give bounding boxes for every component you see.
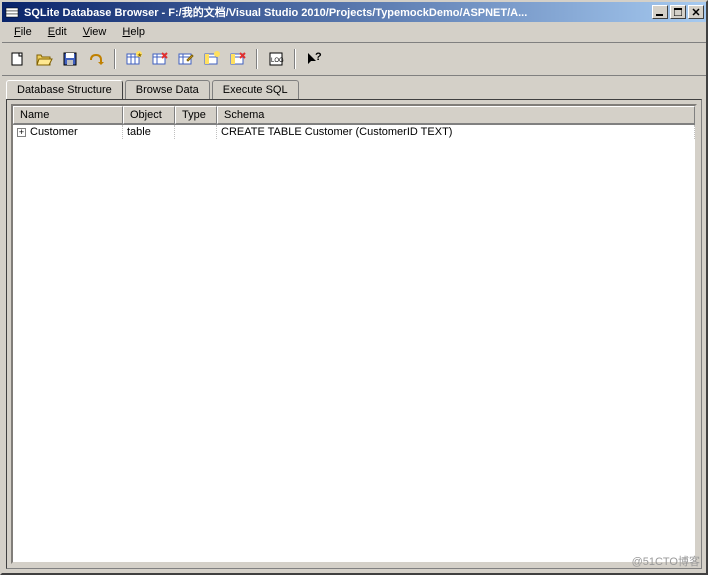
toolbar-separator [114, 49, 116, 69]
menubar: File Edit View Help [2, 22, 706, 43]
tab-database-structure[interactable]: Database Structure [6, 80, 123, 99]
revert-button[interactable] [84, 47, 108, 71]
delete-index-button[interactable] [226, 47, 250, 71]
create-index-button[interactable] [200, 47, 224, 71]
app-window: SQLite Database Browser - F:/我的文档/Visual… [0, 0, 708, 575]
expand-icon[interactable]: + [17, 128, 26, 137]
row-name-text: Customer [30, 126, 78, 138]
app-icon [4, 4, 20, 20]
delete-table-button[interactable] [148, 47, 172, 71]
cell-type [175, 125, 217, 139]
modify-table-button[interactable] [174, 47, 198, 71]
table-row[interactable]: + Customer table CREATE TABLE Customer (C… [13, 125, 695, 139]
menu-view[interactable]: View [75, 24, 115, 40]
titlebar[interactable]: SQLite Database Browser - F:/我的文档/Visual… [2, 2, 706, 22]
new-database-button[interactable] [6, 47, 30, 71]
window-title: SQLite Database Browser - F:/我的文档/Visual… [24, 4, 652, 20]
menu-edit[interactable]: Edit [40, 24, 75, 40]
save-button[interactable] [58, 47, 82, 71]
content-area: Name Object Type Schema + Customer table … [6, 99, 702, 569]
header-object[interactable]: Object [123, 106, 175, 124]
minimize-button[interactable] [652, 5, 668, 19]
header-name[interactable]: Name [13, 106, 123, 124]
cell-name: + Customer [13, 125, 123, 139]
menu-help[interactable]: Help [114, 24, 153, 40]
structure-grid: Name Object Type Schema + Customer table … [11, 104, 697, 564]
open-database-button[interactable] [32, 47, 56, 71]
window-controls [652, 5, 704, 19]
cell-schema: CREATE TABLE Customer (CustomerID TEXT) [217, 125, 695, 139]
whats-this-button[interactable]: ? [302, 47, 326, 71]
toolbar-separator [294, 49, 296, 69]
grid-header: Name Object Type Schema [13, 106, 695, 125]
close-button[interactable] [688, 5, 704, 19]
svg-text:?: ? [315, 51, 322, 63]
svg-text:★: ★ [137, 52, 142, 59]
svg-text:LOG: LOG [271, 58, 284, 64]
tab-bar: Database Structure Browse Data Execute S… [2, 76, 706, 99]
toolbar-separator [256, 49, 258, 69]
create-table-button[interactable]: ★ [122, 47, 146, 71]
tab-browse-data[interactable]: Browse Data [125, 80, 210, 99]
cell-object: table [123, 125, 175, 139]
menu-file[interactable]: File [6, 24, 40, 40]
header-type[interactable]: Type [175, 106, 217, 124]
maximize-button[interactable] [670, 5, 686, 19]
tab-execute-sql[interactable]: Execute SQL [212, 80, 299, 99]
sql-log-button[interactable]: LOG [264, 47, 288, 71]
header-schema[interactable]: Schema [217, 106, 695, 124]
toolbar: ★ LOG ? [2, 43, 706, 76]
